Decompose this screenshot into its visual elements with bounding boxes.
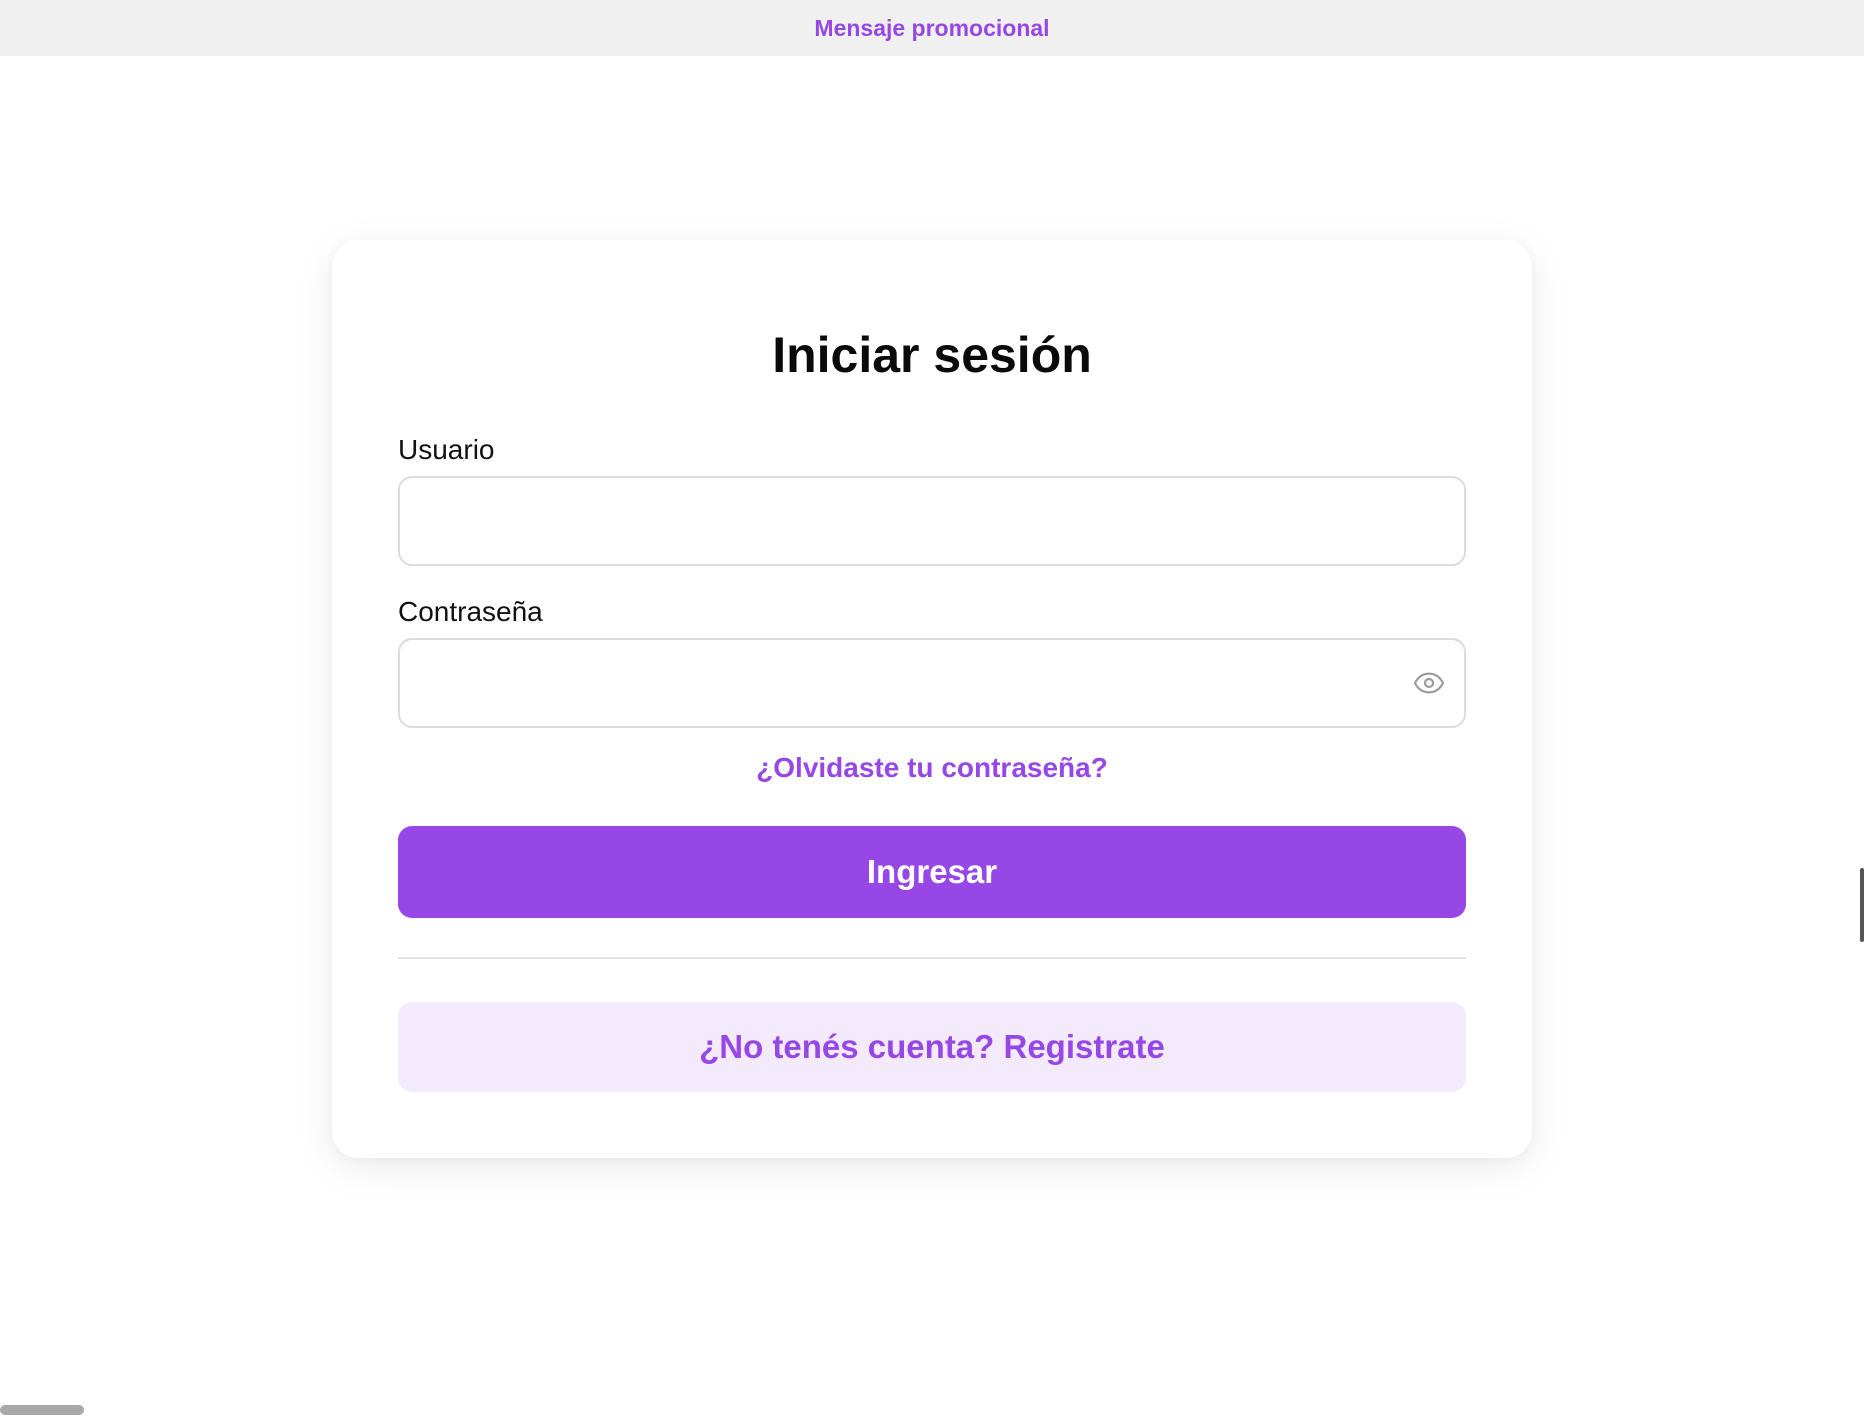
show-password-toggle[interactable] <box>1412 666 1446 700</box>
password-input[interactable] <box>400 640 1464 726</box>
promo-link[interactable]: Mensaje promocional <box>814 15 1049 42</box>
login-card: Iniciar sesión Usuario Contraseña ¿Olvid… <box>332 240 1532 1158</box>
username-label: Usuario <box>398 434 495 465</box>
divider <box>398 957 1466 959</box>
page-title: Iniciar sesión <box>772 327 1092 383</box>
eye-icon <box>1413 672 1445 694</box>
promo-banner: Mensaje promocional <box>0 0 1864 56</box>
forgot-password-link[interactable]: ¿Olvidaste tu contraseña? <box>332 752 1532 784</box>
login-submit-button[interactable]: Ingresar <box>398 826 1466 918</box>
register-button[interactable]: ¿No tenés cuenta? Registrate <box>398 1002 1466 1092</box>
password-field-wrapper <box>398 638 1466 728</box>
username-input[interactable] <box>400 478 1464 564</box>
username-field-wrapper <box>398 476 1466 566</box>
horizontal-scrollbar-thumb[interactable] <box>0 1405 84 1415</box>
password-label: Contraseña <box>398 596 543 627</box>
vertical-scrollbar-thumb[interactable] <box>1860 868 1864 942</box>
